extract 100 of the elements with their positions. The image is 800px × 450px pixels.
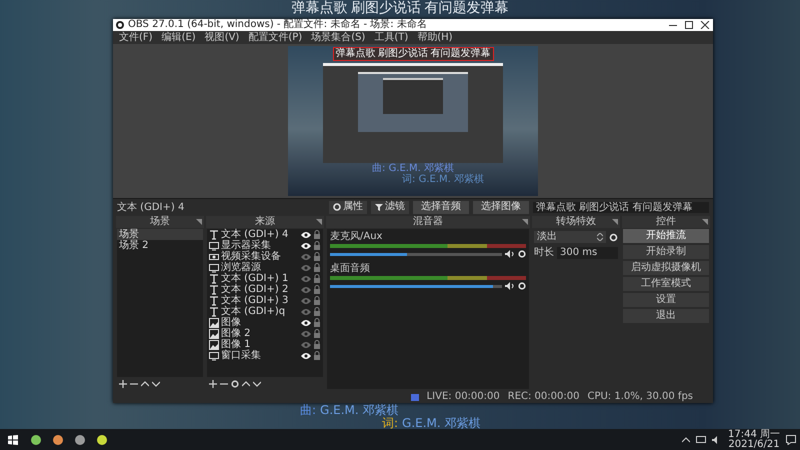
camera-icon: [209, 252, 219, 262]
close-icon: [700, 21, 710, 29]
lyric-text: G.E.M. 邓紫棋: [320, 404, 399, 417]
action-button[interactable]: 选择音频: [413, 200, 469, 214]
image-icon: [209, 340, 219, 350]
text-tool-icon: [209, 306, 219, 316]
control-button[interactable]: 工作室模式: [623, 277, 709, 291]
filters-button[interactable]: 滤镜: [371, 200, 409, 214]
source-label: 视频采集设备: [221, 251, 282, 262]
panel-title: 来源: [255, 216, 275, 228]
text-tool-icon: [209, 284, 219, 294]
network-icon: [696, 436, 706, 444]
source-item[interactable]: 浏览器源: [207, 262, 323, 273]
menu-item[interactable]: 配置文件(P): [248, 32, 302, 44]
source-item[interactable]: 文本 (GDI+) 3: [207, 295, 323, 306]
properties-button[interactable]: 属性: [329, 200, 367, 214]
banner-text: 弹幕点歌 刷图少说话 有问题发弹幕: [292, 1, 508, 17]
lock-icon: [313, 296, 321, 305]
speaker-icon: [505, 250, 515, 258]
gear-icon: [518, 282, 526, 290]
source-label: 文本 (GDI+) 1: [221, 273, 290, 284]
dropdown-value: 淡出: [537, 231, 557, 243]
status-text: CPU: 1.0%, 30.00 fps: [587, 391, 693, 403]
scene-item[interactable]: 场景: [117, 229, 203, 240]
menu-item[interactable]: 工具(T): [374, 32, 408, 44]
control-button[interactable]: 开始推流: [623, 229, 709, 243]
transition-dropdown[interactable]: 淡出: [534, 231, 606, 243]
source-label: 文本 (GDI+) 2: [221, 284, 290, 295]
duration-field[interactable]: 300 ms: [557, 247, 618, 259]
lock-icon: [313, 252, 321, 261]
source-item[interactable]: 文本 (GDI+)q: [207, 306, 323, 317]
window-title: OBS 27.0.1 (64-bit, windows) - 配置文件: 未命名 - 场景: 未命名: [128, 19, 427, 31]
lock-icon: [313, 318, 321, 327]
lyric-label: 词:: [382, 417, 398, 430]
gear-icon: [518, 250, 526, 258]
clock-time: 17:44 周一: [728, 430, 780, 440]
source-label: 显示器采集: [221, 240, 272, 251]
source-name: 文本 (GDI+) 4: [117, 200, 184, 214]
source-label: 文本 (GDI+) 3: [221, 295, 290, 306]
control-button[interactable]: 开始录制: [623, 245, 709, 259]
lock-icon: [313, 329, 321, 338]
panel-title: 场景: [150, 216, 170, 228]
lock-icon: [313, 241, 321, 250]
duration-label: 时长: [534, 247, 554, 259]
undock-icon: [316, 219, 322, 225]
lock-icon: [313, 340, 321, 349]
control-button[interactable]: 启动虚拟摄像机: [623, 261, 709, 275]
move-down-icon: [253, 380, 261, 388]
lyric-text: G.E.M. 邓紫棋: [402, 417, 481, 430]
source-item[interactable]: 窗口采集: [207, 350, 323, 361]
lyric-label: 曲:: [300, 404, 316, 417]
source-label: 文本 (GDI+)q: [221, 306, 286, 317]
source-item[interactable]: 图像 2: [207, 328, 323, 339]
text-tool-icon: [209, 230, 219, 240]
lock-icon: [313, 263, 321, 272]
start-icon: [8, 434, 18, 444]
menu-item[interactable]: 文件(F): [119, 32, 153, 44]
action-button[interactable]: 选择图像: [473, 200, 529, 214]
volume-slider[interactable]: [330, 252, 502, 256]
speaker-icon: [505, 282, 515, 290]
source-label: 图像 1: [221, 339, 251, 350]
scene-item[interactable]: 场景 2: [117, 240, 203, 251]
text-field[interactable]: 弹幕点歌 刷图少说话 有问题发弹幕: [533, 202, 709, 212]
panel-title: 转场特效: [556, 216, 596, 228]
menu-item[interactable]: 编辑(E): [162, 32, 196, 44]
gear-icon: [609, 232, 618, 242]
move-up-icon: [242, 380, 250, 388]
lyric-line: 词: G.E.M. 邓紫棋: [402, 174, 484, 185]
source-label: 窗口采集: [221, 350, 262, 361]
add-icon: [209, 380, 217, 388]
control-button[interactable]: 设置: [623, 293, 709, 307]
text-tool-icon: [209, 274, 219, 284]
gear-icon: [231, 380, 239, 388]
source-item[interactable]: 图像 1: [207, 339, 323, 350]
source-item[interactable]: 文本 (GDI+) 4: [207, 229, 323, 240]
menu-item[interactable]: 帮助(H): [417, 32, 453, 44]
text-tool-icon: [209, 296, 219, 306]
undock-icon: [612, 219, 618, 225]
source-item[interactable]: 显示器采集: [207, 240, 323, 251]
move-down-icon: [152, 380, 160, 388]
source-item[interactable]: 文本 (GDI+) 1: [207, 273, 323, 284]
lock-icon: [313, 285, 321, 294]
source-item[interactable]: 图像: [207, 317, 323, 328]
status-text: REC: 00:00:00: [508, 391, 580, 403]
monitor-icon: [209, 350, 219, 360]
menu-item[interactable]: 场景集合(S): [311, 32, 366, 44]
source-item[interactable]: 视频采集设备: [207, 251, 323, 262]
source-label: 图像: [221, 317, 242, 328]
lock-icon: [313, 307, 321, 316]
lock-icon: [313, 230, 321, 239]
lock-icon: [313, 351, 321, 360]
panel-title: 控件: [656, 216, 676, 228]
control-button[interactable]: 退出: [623, 309, 709, 323]
clock-date: 2021/6/21: [728, 440, 780, 450]
status-text: LIVE: 00:00:00: [426, 391, 500, 403]
source-item[interactable]: 文本 (GDI+) 2: [207, 284, 323, 295]
menu-item[interactable]: 视图(V): [204, 32, 240, 44]
image-icon: [209, 318, 219, 328]
maximize-icon: [684, 21, 694, 29]
undock-icon: [196, 219, 202, 225]
